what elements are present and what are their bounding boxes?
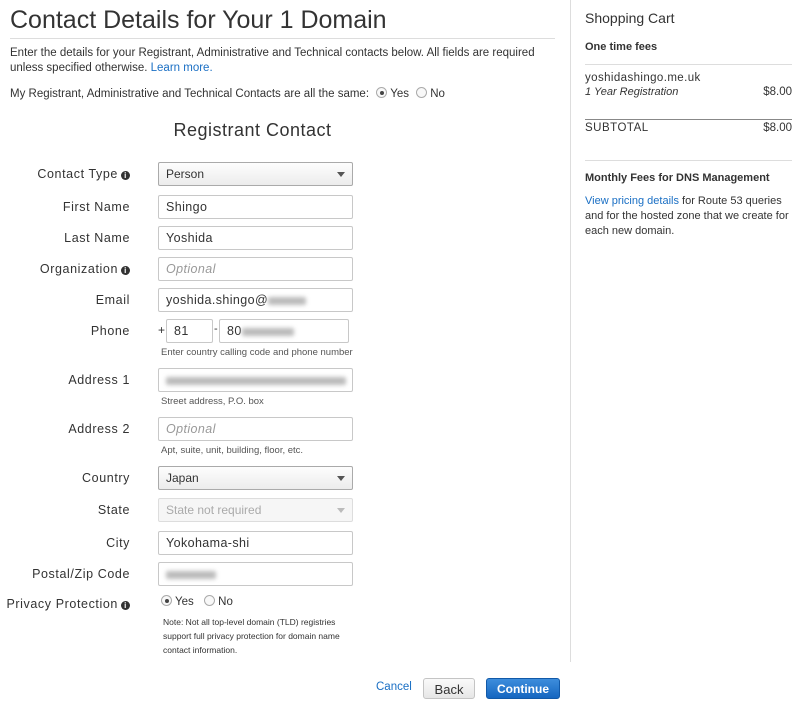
same-no-label[interactable]: No bbox=[430, 88, 445, 100]
continue-button[interactable]: Continue bbox=[486, 678, 560, 699]
same-question-label: My Registrant, Administrative and Techni… bbox=[10, 88, 370, 100]
same-yes-label[interactable]: Yes bbox=[390, 88, 409, 100]
state-select: State not required bbox=[158, 498, 353, 522]
country-select[interactable]: Japan bbox=[158, 466, 353, 490]
cart-title: Shopping Cart bbox=[585, 10, 675, 26]
divider bbox=[585, 119, 792, 120]
info-icon[interactable]: i bbox=[121, 171, 130, 180]
learn-more-link[interactable]: Learn more. bbox=[151, 62, 213, 74]
one-time-fees-heading: One time fees bbox=[585, 41, 658, 53]
privacy-text: Privacy Protection bbox=[6, 597, 118, 611]
phone-hint: Enter country calling code and phone num… bbox=[161, 347, 353, 358]
address1-hint: Street address, P.O. box bbox=[161, 396, 264, 407]
same-no-radio[interactable] bbox=[416, 87, 428, 98]
intro-body: Enter the details for your Registrant, A… bbox=[10, 47, 535, 74]
redacted-blur bbox=[268, 296, 307, 305]
last-name-input[interactable]: Yoshida bbox=[158, 226, 353, 250]
email-input[interactable]: yoshida.shingo@ bbox=[158, 288, 353, 312]
organization-label: Organization i bbox=[40, 262, 130, 276]
address1-label: Address 1 bbox=[68, 373, 130, 387]
email-value: yoshida.shingo@ bbox=[166, 293, 269, 307]
cart-item-price: $8.00 bbox=[763, 86, 792, 98]
intro-text: Enter the details for your Registrant, A… bbox=[10, 46, 555, 76]
subtotal-value: $8.00 bbox=[763, 122, 792, 134]
contact-type-label: Contact Type i bbox=[37, 167, 130, 181]
same-contacts-question: My Registrant, Administrative and Techni… bbox=[10, 87, 445, 100]
privacy-note: Note: Not all top-level domain (TLD) reg… bbox=[163, 617, 340, 655]
phone-country-code-input[interactable]: 81 bbox=[166, 319, 213, 343]
organization-input[interactable]: Optional bbox=[158, 257, 353, 281]
privacy-no-radio[interactable] bbox=[204, 595, 216, 606]
info-icon[interactable]: i bbox=[121, 601, 130, 610]
first-name-input[interactable]: Shingo bbox=[158, 195, 353, 219]
address1-input[interactable] bbox=[158, 368, 353, 392]
redacted-blur bbox=[166, 570, 216, 579]
address2-label: Address 2 bbox=[68, 422, 130, 436]
sidebar-divider bbox=[570, 0, 571, 662]
postal-input[interactable] bbox=[158, 562, 353, 586]
phone-plus: + bbox=[158, 323, 166, 337]
country-label: Country bbox=[82, 471, 130, 485]
organization-text: Organization bbox=[39, 262, 118, 276]
view-pricing-link[interactable]: View pricing details bbox=[585, 195, 679, 207]
state-label: State bbox=[97, 503, 130, 517]
privacy-yes-label[interactable]: Yes bbox=[175, 596, 194, 608]
postal-label: Postal/Zip Code bbox=[32, 567, 130, 581]
address2-hint: Apt, suite, unit, building, floor, etc. bbox=[161, 445, 304, 456]
info-icon[interactable]: i bbox=[121, 266, 130, 275]
divider bbox=[10, 38, 555, 39]
phone-number-value: 80 bbox=[227, 324, 242, 338]
section-title: Registrant Contact bbox=[173, 120, 332, 140]
divider bbox=[585, 64, 792, 65]
email-label: Email bbox=[95, 293, 130, 307]
first-name-label: First Name bbox=[62, 200, 130, 214]
cart-domain: yoshidashingo.me.uk bbox=[585, 72, 701, 84]
privacy-options: Yes No bbox=[157, 595, 233, 608]
same-yes-radio[interactable] bbox=[376, 87, 388, 98]
city-input[interactable]: Yokohama-shi bbox=[158, 531, 353, 555]
phone-number-input[interactable]: 80 bbox=[219, 319, 349, 343]
address2-input[interactable]: Optional bbox=[158, 417, 353, 441]
redacted-blur bbox=[241, 327, 294, 336]
privacy-yes-radio[interactable] bbox=[161, 595, 172, 606]
privacy-no-label[interactable]: No bbox=[218, 596, 233, 608]
cancel-link[interactable]: Cancel bbox=[376, 681, 412, 693]
divider bbox=[585, 160, 792, 161]
phone-separator: - bbox=[214, 323, 218, 335]
redacted-blur bbox=[166, 376, 346, 385]
last-name-label: Last Name bbox=[64, 231, 130, 245]
back-button[interactable]: Back bbox=[423, 678, 475, 699]
contact-type-select[interactable]: Person bbox=[158, 162, 353, 186]
privacy-label: Privacy Protection i bbox=[6, 597, 130, 611]
phone-label: Phone bbox=[90, 324, 130, 338]
monthly-fees-heading: Monthly Fees for DNS Management bbox=[585, 172, 770, 184]
pricing-info: View pricing details for Route 53 querie… bbox=[585, 194, 792, 239]
contact-type-text: Contact Type bbox=[37, 167, 118, 181]
city-label: City bbox=[106, 536, 130, 550]
page-title: Contact Details for Your 1 Domain bbox=[10, 6, 387, 34]
